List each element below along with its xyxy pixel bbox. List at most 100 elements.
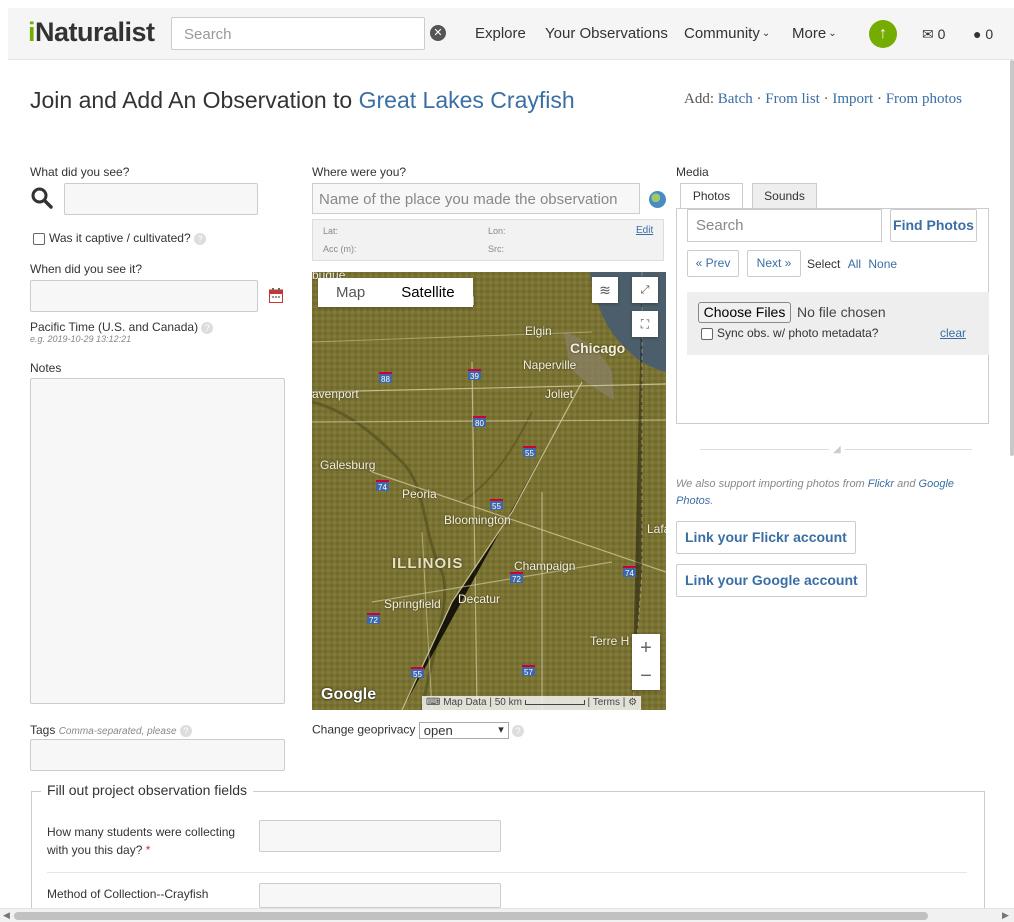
- interstate-shield: 72: [367, 613, 380, 625]
- species-input[interactable]: [64, 183, 258, 215]
- scroll-right-icon[interactable]: ▶: [1002, 910, 1009, 921]
- what-label: What did you see?: [30, 165, 130, 179]
- tab-photos[interactable]: Photos: [680, 183, 743, 210]
- photo-search-input[interactable]: Search: [687, 209, 882, 242]
- interstate-shield: 55: [411, 667, 424, 679]
- updates-indicator[interactable]: ● 0: [973, 26, 993, 42]
- captive-checkbox-row[interactable]: Was it captive / cultivated? ?: [33, 231, 206, 245]
- photos-panel: Search Find Photos « Prev Next » Select …: [676, 208, 989, 424]
- zoom-in-button[interactable]: +: [632, 634, 660, 662]
- map-label: Champaign: [514, 559, 576, 573]
- map-label: Terre H: [590, 634, 630, 648]
- help-icon[interactable]: ?: [201, 321, 214, 334]
- sync-metadata-row[interactable]: Sync obs. w/ photo metadata?: [701, 326, 878, 340]
- interstate-shield: 57: [522, 665, 535, 677]
- notes-textarea[interactable]: [30, 378, 285, 704]
- map-type-satellite-button[interactable]: Satellite: [383, 278, 472, 307]
- interstate-shield: 55: [523, 446, 536, 458]
- vertical-scrollbar[interactable]: [1010, 60, 1014, 456]
- header-search-input[interactable]: Search: [171, 17, 425, 50]
- link-flickr-button[interactable]: Link your Flickr account: [676, 521, 856, 554]
- captive-checkbox[interactable]: [33, 232, 45, 245]
- select-controls: Select All None: [807, 257, 898, 271]
- map-label: Naperville: [523, 358, 577, 372]
- keyboard-icon[interactable]: ⌨: [426, 697, 440, 708]
- project-link[interactable]: Great Lakes Crayfish: [359, 87, 575, 113]
- link-google-button[interactable]: Link your Google account: [676, 564, 867, 597]
- map-type-map-button[interactable]: Map: [318, 278, 383, 307]
- google-logo: Google: [321, 686, 377, 703]
- no-file-label: No file chosen: [797, 304, 886, 320]
- fullscreen-icon[interactable]: ⛶: [632, 311, 658, 337]
- nav-explore[interactable]: Explore: [475, 25, 526, 42]
- field-divider: [47, 872, 967, 873]
- upload-icon[interactable]: ↑: [869, 20, 897, 48]
- inaturalist-logo[interactable]: iNaturalist: [28, 17, 155, 48]
- help-icon[interactable]: ?: [512, 724, 525, 737]
- interstate-shield: 55: [490, 499, 503, 511]
- geoprivacy-row: Change geoprivacy open ?: [312, 722, 525, 739]
- speech-bubble-icon: ●: [973, 26, 982, 42]
- map-label: Peoria: [402, 487, 437, 501]
- tags-input[interactable]: [30, 739, 285, 771]
- prev-button[interactable]: « Prev: [687, 250, 739, 277]
- nav-your-observations[interactable]: Your Observations: [545, 25, 668, 42]
- edit-coordinates-link[interactable]: Edit: [636, 225, 653, 236]
- date-input[interactable]: [30, 280, 258, 312]
- add-from-list-link[interactable]: From list: [765, 91, 820, 107]
- scroll-left-icon[interactable]: ◀: [3, 910, 10, 921]
- nav-more[interactable]: More ⌄: [792, 25, 837, 42]
- expand-icon[interactable]: ⤢: [632, 277, 658, 303]
- layers-icon[interactable]: ≋: [592, 277, 618, 303]
- notes-label: Notes: [30, 361, 62, 375]
- tab-sounds[interactable]: Sounds: [752, 183, 817, 209]
- top-navbar: iNaturalist Search ✕ Explore Your Observ…: [8, 8, 1014, 60]
- help-icon[interactable]: ?: [179, 724, 192, 737]
- scale-bar: [524, 699, 585, 705]
- place-name-input[interactable]: Name of the place you made the observati…: [312, 183, 640, 214]
- tags-label: Tags Comma-separated, please ?: [30, 723, 192, 737]
- select-all-link[interactable]: All: [848, 257, 861, 271]
- help-icon[interactable]: ?: [193, 232, 206, 245]
- horizontal-scrollbar[interactable]: ◀ ▶: [0, 908, 1014, 922]
- select-none-link[interactable]: None: [868, 257, 897, 271]
- choose-files-button[interactable]: Choose Files: [698, 302, 791, 323]
- collection-method-input[interactable]: [259, 883, 501, 908]
- nav-community[interactable]: Community ⌄: [684, 25, 770, 42]
- scrollbar-thumb[interactable]: [14, 912, 928, 920]
- flickr-link[interactable]: Flickr: [868, 478, 894, 490]
- add-batch-link[interactable]: Batch: [718, 91, 753, 107]
- calendar-icon[interactable]: [269, 288, 283, 303]
- when-label: When did you see it?: [30, 262, 143, 276]
- sync-metadata-checkbox[interactable]: [701, 327, 713, 340]
- map-label: Lafa: [647, 522, 666, 536]
- messages-indicator[interactable]: ✉ 0: [922, 26, 945, 43]
- import-note: We also support importing photos from Fl…: [676, 478, 955, 507]
- zoom-out-button[interactable]: −: [632, 662, 660, 690]
- students-count-label: How many students were collecting with y…: [47, 825, 236, 857]
- interstate-shield: 80: [473, 416, 486, 428]
- clear-search-icon[interactable]: ✕: [430, 25, 446, 41]
- students-count-input[interactable]: [259, 820, 501, 852]
- feather-icon: ◢: [829, 444, 845, 455]
- location-map[interactable]: buque ford Elgin Chicago Naperville Joli…: [312, 272, 666, 710]
- next-button[interactable]: Next »: [747, 250, 801, 277]
- clear-link[interactable]: clear: [940, 326, 966, 340]
- globe-icon[interactable]: [649, 191, 666, 208]
- collection-method-label: Method of Collection--Crayfish: [47, 887, 209, 901]
- add-import-link[interactable]: Import: [832, 91, 873, 107]
- interstate-shield: 72: [510, 572, 523, 584]
- map-type-control: Map Satellite: [318, 278, 473, 307]
- geoprivacy-select[interactable]: open: [418, 722, 509, 739]
- settings-icon[interactable]: ⚙: [628, 697, 637, 708]
- chevron-down-icon: ⌄: [828, 28, 837, 39]
- add-from-photos-link[interactable]: From photos: [886, 91, 962, 107]
- interstate-shield: 88: [379, 372, 392, 384]
- timezone-label[interactable]: Pacific Time (U.S. and Canada) ?: [30, 320, 214, 334]
- interstate-shield: 39: [468, 369, 481, 381]
- interstate-shield: 74: [376, 480, 389, 492]
- find-photos-button[interactable]: Find Photos: [890, 209, 977, 242]
- map-label: Bloomington: [444, 513, 511, 527]
- project-fields-legend: Fill out project observation fields: [41, 782, 253, 798]
- zoom-control: + −: [632, 634, 660, 690]
